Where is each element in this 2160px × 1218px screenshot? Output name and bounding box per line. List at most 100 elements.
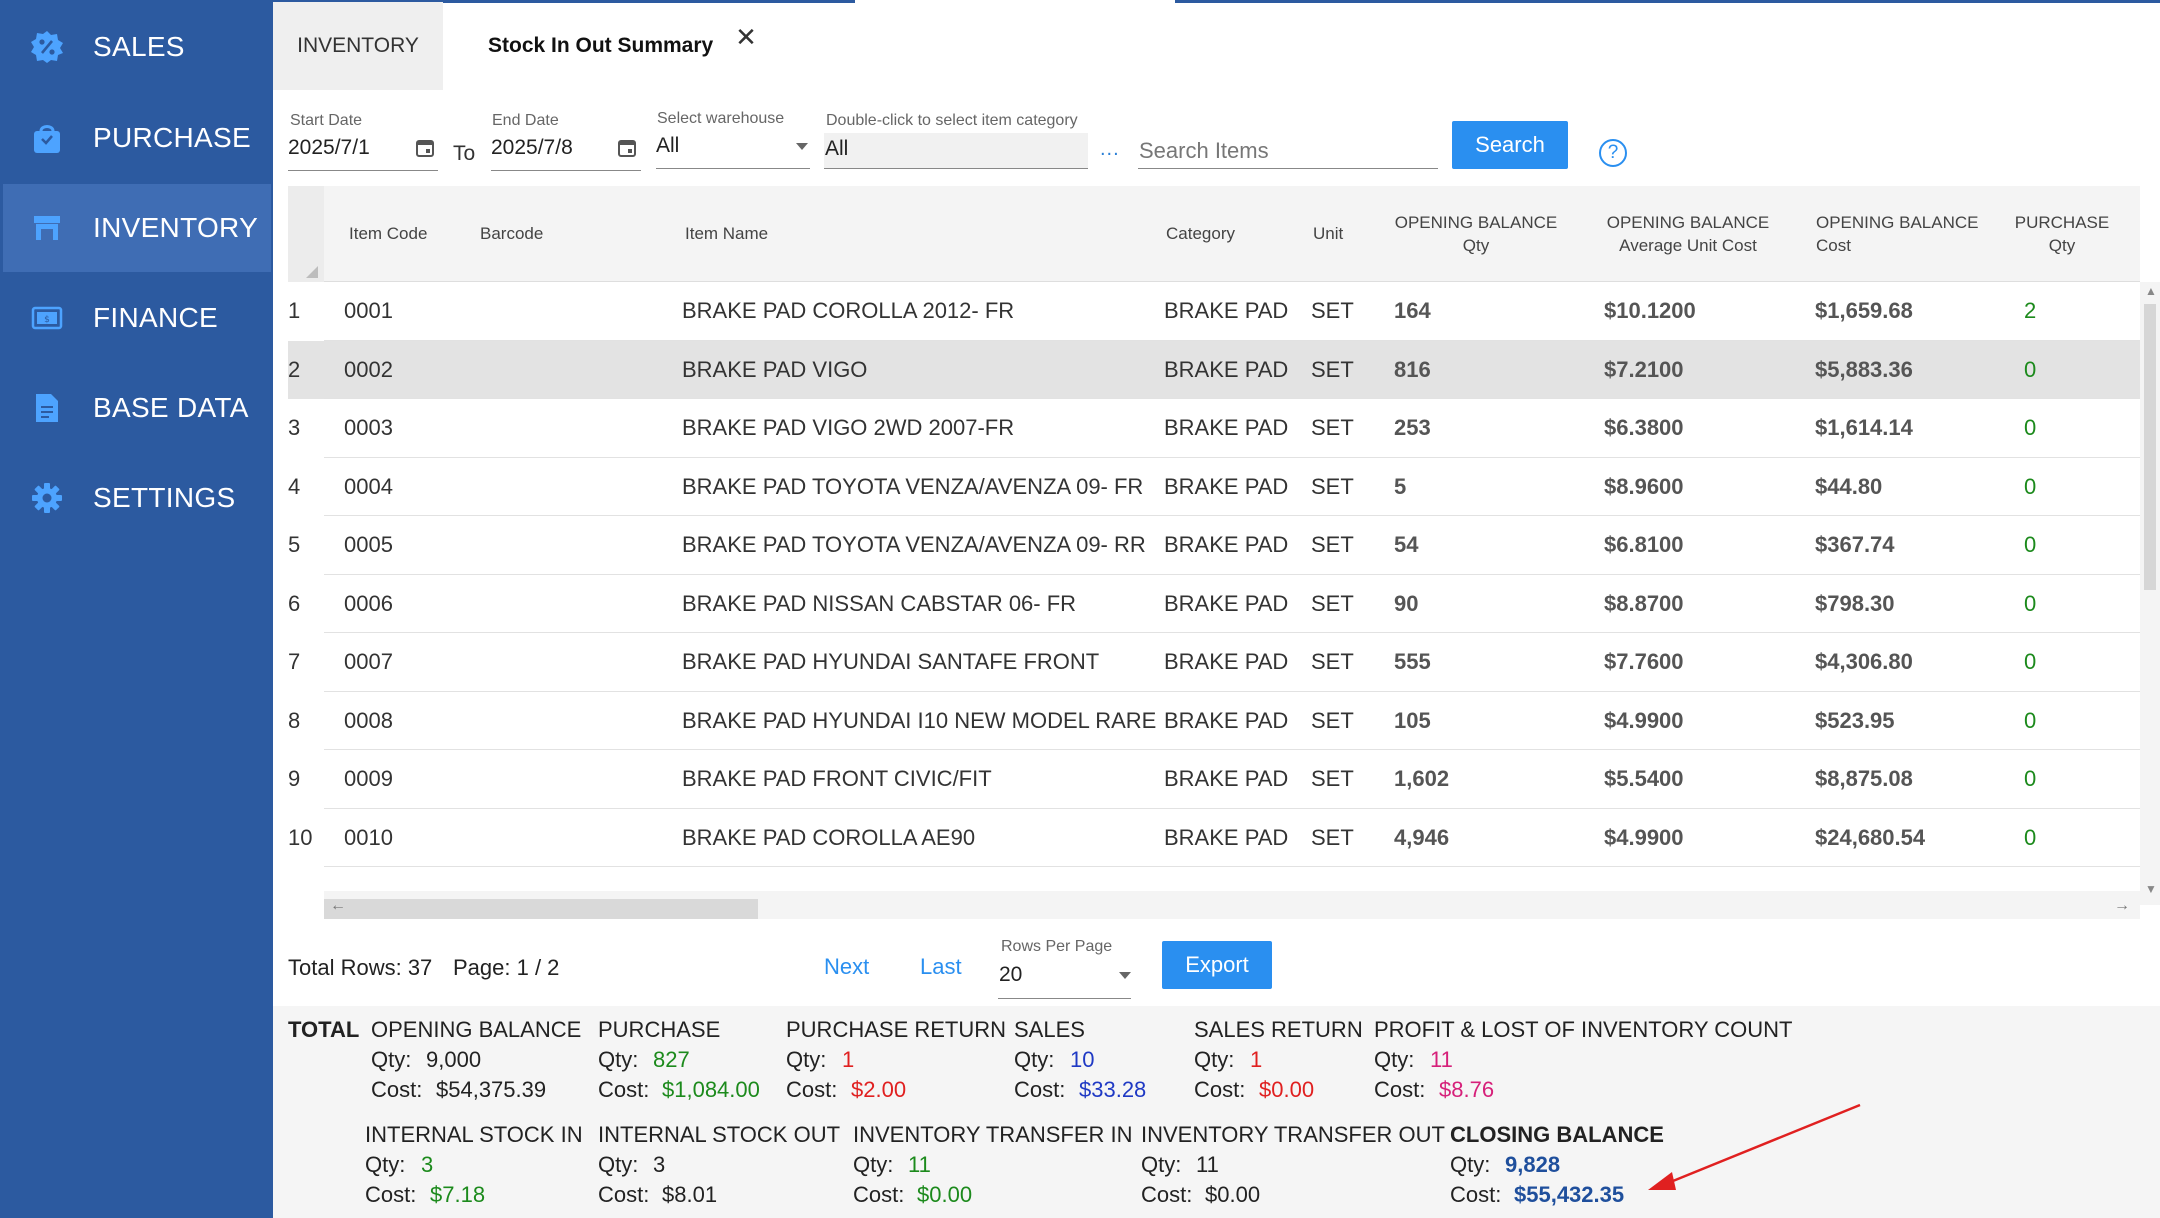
table-row[interactable]: 10 0010 BRAKE PAD COROLLA AE90 BRAKE PAD SET… — [288, 809, 2140, 867]
chevron-down-icon[interactable] — [796, 143, 808, 150]
tab-inventory[interactable]: INVENTORY — [273, 2, 443, 90]
export-button[interactable]: Export — [1162, 941, 1272, 989]
tab-stock-in-out-summary[interactable]: Stock In Out Summary — [443, 2, 773, 90]
qty-label: Qty: — [365, 1152, 406, 1177]
warehouse-select[interactable]: All — [656, 134, 679, 158]
opening-avg-cost-cell: $5.5400 — [1604, 766, 1684, 791]
qty-label: Qty: — [598, 1152, 639, 1177]
inventory-transfer-out-cost: $0.00 — [1205, 1182, 1261, 1207]
vertical-scroll-thumb[interactable] — [2144, 304, 2156, 590]
sidebar-item-inventory[interactable]: INVENTORY — [3, 184, 271, 272]
qty-label: Qty: — [371, 1047, 412, 1072]
warehouse-label: Select warehouse — [657, 110, 785, 127]
search-input[interactable] — [1138, 133, 1438, 169]
horizontal-scroll-thumb[interactable] — [324, 899, 758, 919]
to-label: To — [453, 142, 476, 165]
horizontal-scrollbar[interactable]: ← → — [324, 891, 2140, 919]
table-row[interactable]: 6 0006 BRAKE PAD NISSAN CABSTAR 06- FR BRAK… — [288, 575, 2140, 633]
column-header-unit[interactable]: Unit — [1313, 186, 1343, 282]
item-code-cell: 0003 — [344, 415, 393, 440]
scroll-up-icon[interactable]: ▲ — [2145, 284, 2157, 298]
table-row[interactable]: 8 0008 BRAKE PAD HYUNDAI I10 NEW MODEL RAR… — [288, 692, 2140, 750]
column-header-item-name[interactable]: Item Name — [685, 186, 768, 282]
purchase-qty-cell: 0 — [2024, 532, 2037, 557]
scroll-down-icon[interactable]: ▼ — [2145, 882, 2157, 896]
cost-label: Cost: — [853, 1182, 905, 1207]
sidebar-item-label: INVENTORY — [93, 212, 259, 243]
closing-balance-title: CLOSING BALANCE — [1450, 1122, 1664, 1147]
scroll-right-icon[interactable]: → — [2114, 897, 2130, 915]
sales-return-title: SALES RETURN — [1194, 1017, 1363, 1042]
column-header-category[interactable]: Category — [1166, 186, 1235, 282]
column-header-barcode[interactable]: Barcode — [480, 186, 543, 282]
scroll-left-icon[interactable]: ← — [330, 897, 346, 915]
item-name-cell: BRAKE PAD VIGO 2WD 2007-FR — [682, 415, 1015, 440]
category-cell: BRAKE PAD — [1164, 298, 1289, 323]
purchase-qty-cell: 0 — [2024, 707, 2037, 733]
last-page-link[interactable]: Last — [920, 954, 962, 980]
column-header-purchase-qty[interactable]: PURCHASE Qty — [2012, 186, 2112, 282]
sidebar-item-base-data[interactable]: BASE DATA — [3, 364, 271, 452]
cost-label: Cost: — [1141, 1182, 1193, 1207]
help-icon[interactable]: ? — [1599, 139, 1627, 167]
calendar-icon[interactable] — [415, 138, 435, 158]
grid-header: Item Code Barcode Item Name Category Uni… — [288, 186, 2140, 282]
item-code-cell: 0010 — [344, 824, 393, 850]
table-row[interactable]: 9 0009 BRAKE PAD FRONT CIVIC/FIT BRAKE PAD S… — [288, 750, 2140, 809]
table-row[interactable]: 5 0005 BRAKE PAD TOYOTA VENZA/AVENZA 09- R… — [288, 516, 2140, 575]
sidebar-item-purchase[interactable]: PURCHASE — [3, 94, 271, 182]
column-header-opening-avg-cost[interactable]: OPENING BALANCE Average Unit Cost — [1598, 186, 1778, 282]
category-field[interactable] — [824, 133, 1088, 169]
cost-label: Cost: — [1194, 1077, 1246, 1102]
header-line: Cost — [1816, 236, 1851, 255]
opening-avg-cost-cell: $4.9900 — [1604, 824, 1684, 850]
start-date-field[interactable]: 2025/7/1 — [288, 136, 370, 160]
row-number: 4 — [288, 473, 301, 499]
cost-label: Cost: — [371, 1077, 423, 1102]
search-button[interactable]: Search — [1452, 121, 1568, 169]
internal-stock-in-title: INTERNAL STOCK IN — [365, 1122, 583, 1147]
unit-cell: SET — [1311, 532, 1354, 557]
category-cell: BRAKE PAD — [1164, 824, 1289, 850]
column-header-item-code[interactable]: Item Code — [349, 186, 427, 282]
chevron-down-icon[interactable] — [1119, 972, 1131, 979]
table-row[interactable]: 1 0001 BRAKE PAD COROLLA 2012- FR BRAKE PAD… — [288, 282, 2140, 341]
opening-qty-cell: 1,602 — [1394, 766, 1450, 791]
sidebar-item-settings[interactable]: SETTINGS — [3, 454, 271, 542]
unit-cell: SET — [1311, 766, 1354, 791]
sidebar-item-label: SALES — [93, 31, 185, 62]
end-date-field[interactable]: 2025/7/8 — [491, 136, 573, 160]
column-header-opening-cost[interactable]: OPENING BALANCE Cost — [1816, 186, 1996, 282]
column-header-opening-qty[interactable]: OPENING BALANCE Qty — [1386, 186, 1566, 282]
closing-balance-qty: 9,828 — [1505, 1152, 1561, 1177]
category-label: Double-click to select item category — [826, 112, 1078, 129]
table-row[interactable]: 3 0003 BRAKE PAD VIGO 2WD 2007-FR BRAKE PAD… — [288, 399, 2140, 458]
calendar-icon[interactable] — [617, 138, 637, 158]
unit-cell: SET — [1311, 590, 1354, 616]
sidebar-item-label: FINANCE — [93, 302, 218, 333]
opening-avg-cost-cell: $7.2100 — [1604, 356, 1684, 382]
sidebar-item-finance[interactable]: $ FINANCE — [3, 274, 271, 362]
internal-stock-in-cost: $7.18 — [430, 1182, 486, 1207]
rows-per-page-value: 20 — [999, 963, 1023, 986]
category-browse-button[interactable]: ... — [1100, 138, 1120, 161]
profit-lost-title: PROFIT & LOST OF INVENTORY COUNT — [1374, 1017, 1793, 1042]
opening-cost-cell: $523.95 — [1815, 707, 1895, 733]
qty-label: Qty: — [1450, 1152, 1491, 1177]
vertical-scrollbar[interactable]: ▲ ▼ — [2140, 282, 2160, 905]
table-row[interactable]: 2 0002 BRAKE PAD VIGO BRAKE PAD SET 816 $7.210… — [288, 340, 2140, 399]
sales-cost: $33.28 — [1079, 1077, 1147, 1102]
close-icon[interactable]: ✕ — [733, 24, 759, 50]
unit-cell: SET — [1311, 707, 1354, 733]
header-line: OPENING BALANCE — [1606, 213, 1770, 232]
table-row[interactable]: 4 0004 BRAKE PAD TOYOTA VENZA/AVENZA 09- F… — [288, 458, 2140, 516]
item-name-cell: BRAKE PAD COROLLA 2012- FR — [682, 298, 1015, 323]
next-page-link[interactable]: Next — [824, 954, 869, 980]
header-line: Qty — [1462, 236, 1490, 255]
category-cell: BRAKE PAD — [1164, 766, 1289, 791]
table-row[interactable]: 7 0007 BRAKE PAD HYUNDAI SANTAFE FRONT BRAK… — [288, 633, 2140, 692]
item-code-cell: 0002 — [344, 356, 393, 382]
sales-return-qty: 1 — [1250, 1047, 1263, 1072]
sidebar-item-sales[interactable]: SALES — [3, 3, 271, 91]
category-cell: BRAKE PAD — [1164, 707, 1289, 733]
